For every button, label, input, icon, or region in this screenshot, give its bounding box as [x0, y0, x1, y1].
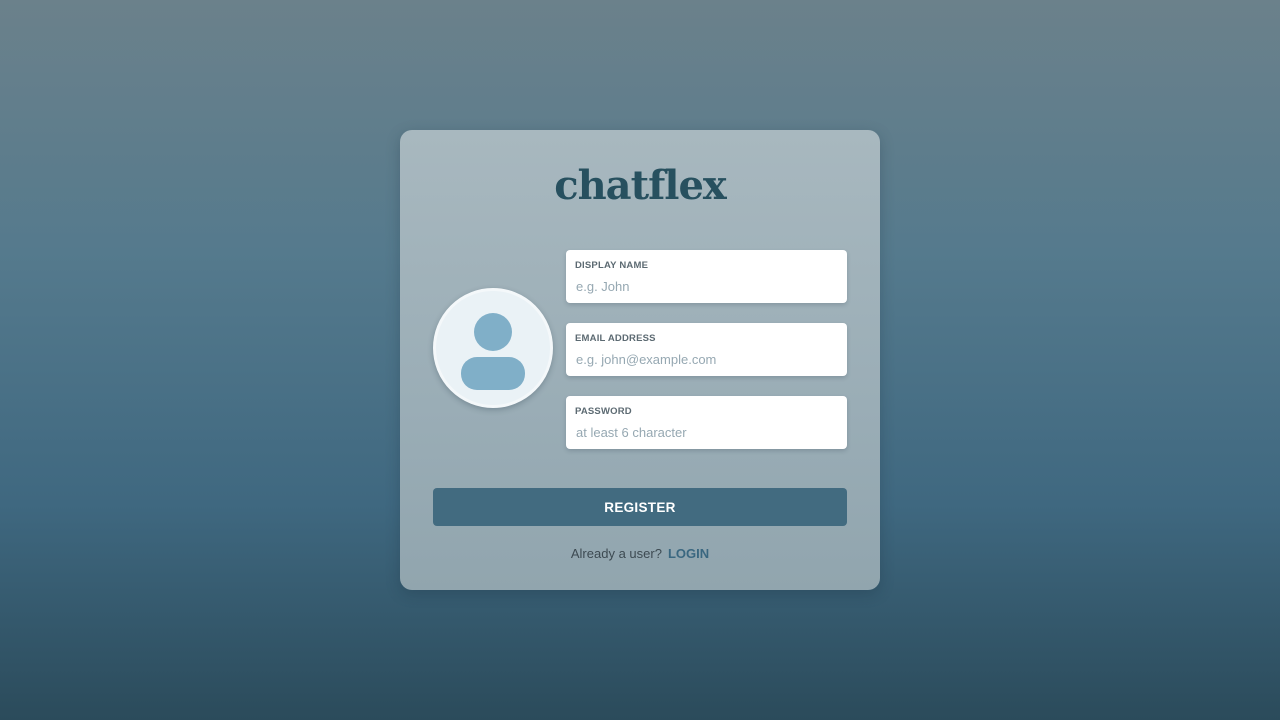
password-label: PASSWORD — [575, 406, 632, 417]
email-field: EMAIL ADDRESS — [566, 323, 847, 376]
login-prompt: Already a user? LOGIN — [400, 546, 880, 561]
display-name-input[interactable] — [576, 277, 836, 295]
user-placeholder-icon — [461, 313, 525, 390]
register-button[interactable]: REGISTER — [433, 488, 847, 526]
display-name-field: DISPLAY NAME — [566, 250, 847, 303]
email-label: EMAIL ADDRESS — [575, 333, 656, 344]
avatar-upload[interactable] — [433, 288, 553, 408]
password-input[interactable] — [576, 423, 836, 441]
password-field: PASSWORD — [566, 396, 847, 449]
display-name-label: DISPLAY NAME — [575, 260, 649, 271]
login-link[interactable]: LOGIN — [668, 546, 709, 561]
register-card: chatflex DISPLAY NAME EMAIL ADDRESS PASS… — [400, 130, 880, 590]
login-prompt-text: Already a user? — [570, 546, 662, 561]
app-logo: chatflex — [554, 162, 727, 209]
email-input[interactable] — [576, 350, 836, 368]
